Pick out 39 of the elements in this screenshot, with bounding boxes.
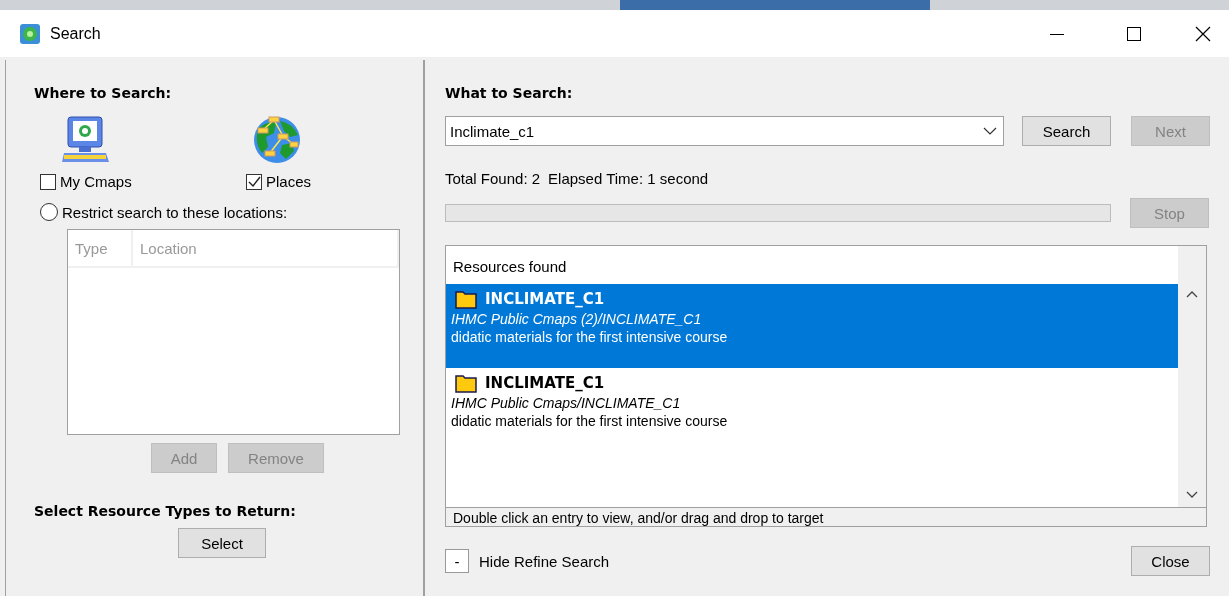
- section-heading: What to Search:: [445, 85, 574, 101]
- radio-button[interactable]: [40, 203, 58, 221]
- result-path: IHMC Public Cmaps (2)/INCLIMATE_C1: [451, 311, 703, 327]
- section-heading: Select Resource Types to Return:: [34, 503, 297, 519]
- radio-label: Restrict search to these locations:: [62, 203, 288, 221]
- computer-icon: [62, 115, 110, 165]
- collapse-toggle[interactable]: -: [445, 549, 469, 573]
- result-title: INCLIMATE_C1: [485, 290, 605, 308]
- close-icon[interactable]: [1195, 25, 1211, 42]
- checkbox-label: Places: [266, 173, 312, 190]
- result-description: didatic materials for the first intensive course: [451, 413, 729, 429]
- app-icon: [19, 22, 41, 45]
- checkbox-label: My Cmaps: [60, 173, 132, 190]
- result-item[interactable]: INCLIMATE_C1 IHMC Public Cmaps (2)/INCLIMATE_C1 didatic materials for the first intensive course: [446, 284, 1178, 368]
- folder-icon: [455, 373, 477, 393]
- checkbox[interactable]: [40, 173, 56, 190]
- result-item[interactable]: INCLIMATE_C1 IHMC Public Cmaps/INCLIMATE_C1 didatic materials for the first intensive course: [446, 368, 1178, 452]
- folder-icon: [455, 289, 477, 309]
- checkbox[interactable]: [246, 173, 262, 190]
- search-button[interactable]: Search: [1022, 116, 1111, 146]
- result-path: IHMC Public Cmaps/INCLIMATE_C1: [451, 395, 682, 411]
- search-combo-box[interactable]: Inclimate_c1: [445, 116, 1004, 146]
- column-header[interactable]: Type: [68, 230, 133, 266]
- select-button[interactable]: Select: [178, 528, 266, 558]
- hint-text: Double click an entry to view, and/or drag and drop to target: [452, 509, 825, 526]
- scroll-down-icon[interactable]: [1186, 491, 1198, 499]
- close-button[interactable]: Close: [1131, 546, 1210, 576]
- total-found-text: Total Found: 2: [445, 170, 541, 187]
- elapsed-time-text: Elapsed Time: 1 second: [548, 170, 709, 187]
- section-heading: Where to Search:: [34, 85, 173, 101]
- scroll-up-icon[interactable]: [1186, 290, 1198, 298]
- result-title: INCLIMATE_C1: [485, 374, 605, 392]
- window-title: Search: [50, 24, 102, 43]
- result-description: didatic materials for the first intensive course: [451, 329, 729, 345]
- list-header: Resources found: [452, 257, 568, 277]
- toggle-label: Hide Refine Search: [479, 552, 610, 570]
- maximize-icon[interactable]: [1126, 25, 1142, 42]
- column-header[interactable]: Location: [133, 230, 399, 266]
- globe-network-icon: [252, 115, 302, 165]
